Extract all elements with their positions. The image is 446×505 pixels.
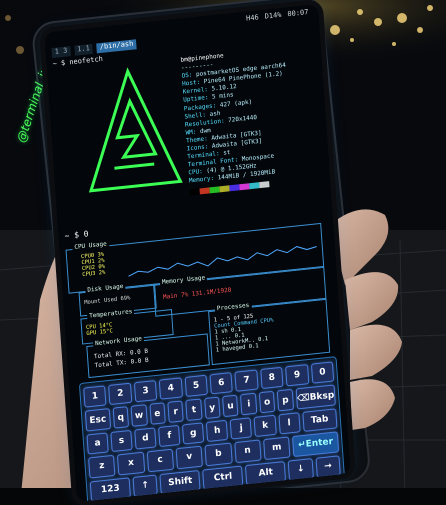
- clock: 00:07: [287, 8, 309, 19]
- neofetch-key: OS:: [181, 71, 193, 80]
- neofetch-value: 720x1440: [227, 113, 258, 124]
- key-e[interactable]: e: [149, 402, 166, 425]
- key-s[interactable]: s: [110, 429, 133, 453]
- shell-prompt: ~ $ 0: [64, 229, 89, 241]
- key-esc[interactable]: Esc: [84, 408, 111, 432]
- neofetch-value: dwm: [199, 126, 212, 135]
- key-c[interactable]: c: [146, 448, 174, 473]
- key-v[interactable]: v: [175, 445, 204, 469]
- key-x[interactable]: x: [117, 451, 145, 476]
- neofetch-info: bm@pinephone --------- OS: postmarketOS …: [180, 46, 294, 195]
- processes-panel: Processes 1 - 5 of 125 Count Command CPU…: [208, 298, 331, 366]
- network-indicator: H46: [245, 13, 260, 23]
- color-swatch: [259, 180, 270, 188]
- key-r[interactable]: r: [167, 400, 185, 423]
- key-[interactable]: ↑: [132, 474, 159, 498]
- color-swatch: [239, 182, 250, 190]
- key-t[interactable]: t: [185, 398, 203, 421]
- phone-screen: H46 D14% 00:07 1 3 1.1 /bin/ash ~ $ neof…: [44, 4, 351, 502]
- key-a[interactable]: a: [86, 432, 109, 455]
- tab-1[interactable]: 1 3: [51, 46, 71, 59]
- battery-indicator: D14%: [264, 10, 282, 21]
- key-8[interactable]: 8: [260, 366, 284, 390]
- key-0[interactable]: 0: [310, 361, 335, 385]
- key-p[interactable]: p: [277, 389, 294, 412]
- key-b[interactable]: b: [204, 442, 233, 466]
- key-3[interactable]: 3: [133, 380, 158, 403]
- key-w[interactable]: w: [130, 404, 148, 427]
- neofetch-value: ash: [209, 109, 221, 118]
- key-[interactable]: ↓: [287, 457, 314, 481]
- key-k[interactable]: k: [253, 414, 277, 438]
- key-f[interactable]: f: [158, 424, 181, 448]
- key-j[interactable]: j: [230, 417, 253, 440]
- disk-row: Mount Used 69%: [84, 295, 131, 307]
- key-9[interactable]: 9: [285, 364, 310, 387]
- key-y[interactable]: y: [203, 396, 221, 419]
- color-swatch: [209, 185, 220, 193]
- key-[interactable]: →: [315, 454, 341, 478]
- btop-monitor: CPU Usage CPU0 3% CPU1 2% CPU2 0% CPU3 2…: [65, 222, 337, 379]
- color-swatch: [229, 183, 240, 191]
- neofetch-key: CPU:: [188, 168, 204, 177]
- key-1[interactable]: 1: [83, 385, 107, 409]
- key-7[interactable]: 7: [234, 369, 259, 393]
- neofetch-key: Memory:: [188, 175, 215, 185]
- key-h[interactable]: h: [206, 419, 229, 443]
- key-n[interactable]: n: [233, 439, 262, 463]
- key-i[interactable]: i: [240, 393, 258, 416]
- color-swatch: [199, 186, 210, 194]
- key-enter[interactable]: ↵Enter: [292, 431, 340, 457]
- key-5[interactable]: 5: [184, 374, 208, 398]
- key-tab[interactable]: Tab: [301, 408, 338, 433]
- key-4[interactable]: 4: [158, 377, 183, 401]
- key-bksp[interactable]: ⌫Bksp: [295, 384, 336, 410]
- key-l[interactable]: l: [277, 412, 301, 435]
- key-2[interactable]: 2: [108, 382, 133, 406]
- key-o[interactable]: o: [258, 391, 276, 414]
- key-z[interactable]: z: [88, 455, 116, 479]
- key-q[interactable]: q: [112, 406, 130, 429]
- color-swatch: [249, 181, 260, 189]
- color-swatch: [219, 184, 230, 192]
- color-swatch: [189, 187, 200, 195]
- key-d[interactable]: d: [134, 427, 157, 450]
- key-u[interactable]: u: [222, 395, 239, 417]
- tab-2[interactable]: 1.1: [73, 43, 94, 56]
- neofetch-key: WM:: [185, 128, 197, 137]
- postmarketos-logo-icon: [88, 67, 183, 193]
- key-6[interactable]: 6: [209, 372, 234, 395]
- terminal-pane[interactable]: ~ $ neofetch bm@pinephone --------- OS: …: [52, 33, 327, 250]
- key-g[interactable]: g: [182, 422, 205, 445]
- key-m[interactable]: m: [263, 436, 291, 460]
- neofetch-value: st: [222, 149, 231, 157]
